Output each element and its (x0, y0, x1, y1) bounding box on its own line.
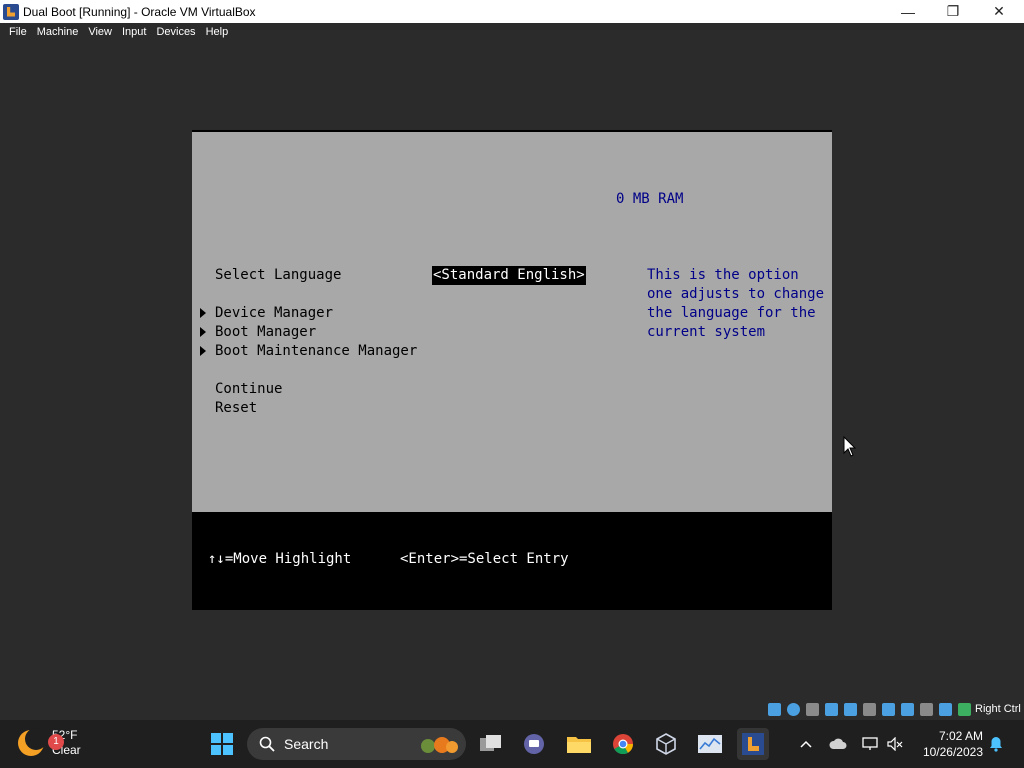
move-highlight-hint: ↑↓=Move Highlight (208, 551, 352, 567)
cube-icon (656, 733, 676, 755)
search-icon (259, 736, 275, 752)
usb-icon[interactable] (844, 702, 857, 716)
search-label: Search (284, 736, 329, 752)
pumpkin-decoration-icon (421, 737, 458, 753)
volume-tray-button[interactable] (885, 720, 905, 768)
folder-icon (567, 737, 591, 753)
vm-window-icon (742, 733, 764, 755)
close-button[interactable]: ✕ (976, 0, 1022, 23)
notifications-button[interactable] (986, 720, 1006, 768)
windows-logo-icon (211, 733, 233, 755)
reset-item[interactable]: Reset (215, 399, 257, 418)
clock-date: 10/26/2023 (922, 745, 983, 759)
vbox-status-bar: Right Ctrl (768, 700, 1021, 718)
onedrive-tray-button[interactable] (828, 720, 848, 768)
virtualbox-vm-button[interactable] (737, 728, 769, 760)
virtualbox-manager-button[interactable] (650, 728, 682, 760)
monitor-app-button[interactable] (694, 728, 726, 760)
network-icon[interactable] (825, 702, 838, 716)
menu-help[interactable]: Help (201, 23, 234, 41)
network-tray-button[interactable] (860, 720, 880, 768)
menu-devices[interactable]: Devices (151, 23, 200, 41)
show-hidden-icons-button[interactable] (796, 720, 816, 768)
cloud-icon (829, 738, 847, 749)
video-capture-icon[interactable] (901, 702, 914, 716)
submenu-arrow-icon (200, 327, 206, 337)
window-title-bar: Dual Boot [Running] - Oracle VM VirtualB… (0, 0, 1024, 23)
boot-maintenance-manager-item[interactable]: Boot Maintenance Manager (215, 342, 417, 361)
minimize-button[interactable]: — (885, 0, 931, 23)
bell-icon (990, 737, 1002, 752)
language-value-selected[interactable]: <Standard English> (432, 266, 586, 285)
keyboard-capture-icon[interactable] (958, 702, 971, 716)
cpu-icon[interactable] (920, 702, 933, 716)
help-description: This is the option one adjusts to change… (647, 267, 825, 340)
weather-badge: 1 (48, 734, 64, 750)
select-entry-hint: <Enter>=Select Entry (400, 551, 569, 567)
audio-icon[interactable] (806, 702, 819, 716)
taskbar-search[interactable]: Search (247, 728, 466, 760)
device-manager-item[interactable]: Device Manager (215, 304, 333, 323)
task-view-icon (480, 735, 501, 751)
boot-manager-item[interactable]: Boot Manager (215, 323, 316, 342)
teams-chat-button[interactable] (518, 728, 550, 760)
chrome-icon (613, 734, 634, 755)
network-monitor-icon (862, 737, 878, 750)
submenu-arrow-icon (200, 346, 206, 356)
menu-machine[interactable]: Machine (32, 23, 84, 41)
menu-view[interactable]: View (83, 23, 117, 41)
menu-input[interactable]: Input (117, 23, 151, 41)
menu-file[interactable]: File (4, 23, 32, 41)
vm-display[interactable]: 0 MB RAM Select Language <Standard Engli… (192, 130, 832, 610)
virtualbox-logo-icon (3, 3, 19, 20)
file-explorer-button[interactable] (563, 728, 595, 760)
continue-item[interactable]: Continue (215, 380, 282, 399)
clock-time: 7:02 AM (938, 729, 983, 743)
bios-main-panel: 0 MB RAM Select Language <Standard Engli… (192, 132, 832, 512)
chevron-up-icon (800, 740, 812, 748)
bios-hint-bar: ↑↓=Move Highlight <Enter>=Select Entry (192, 512, 832, 610)
moon-icon (18, 728, 47, 756)
performance-monitor-icon (698, 735, 722, 753)
host-key-label: Right Ctrl (975, 703, 1021, 715)
start-button[interactable] (206, 728, 238, 760)
menu-bar: File Machine View Input Devices Help (0, 23, 1024, 41)
task-view-button[interactable] (475, 728, 507, 760)
hard-disk-icon[interactable] (768, 702, 781, 716)
chat-icon (524, 734, 544, 754)
mouse-integration-icon[interactable] (939, 702, 952, 716)
maximize-button[interactable]: ❐ (930, 0, 976, 23)
taskbar: 1 52°F Clear Search 7:02 AM 10/26/2023 (0, 720, 1024, 768)
display-icon[interactable] (882, 702, 895, 716)
window-title: Dual Boot [Running] - Oracle VM VirtualB… (23, 4, 256, 19)
weather-widget[interactable]: 1 52°F Clear (18, 728, 81, 758)
chrome-button[interactable] (607, 728, 639, 760)
speaker-muted-icon (887, 737, 903, 751)
select-language-label[interactable]: Select Language (215, 266, 341, 285)
ram-info: 0 MB RAM (616, 191, 684, 207)
shared-folders-icon[interactable] (863, 702, 876, 716)
taskbar-clock[interactable]: 7:02 AM 10/26/2023 (917, 728, 983, 760)
mouse-cursor-icon (843, 436, 857, 457)
submenu-arrow-icon (200, 308, 206, 318)
optical-drive-icon[interactable] (787, 702, 800, 716)
